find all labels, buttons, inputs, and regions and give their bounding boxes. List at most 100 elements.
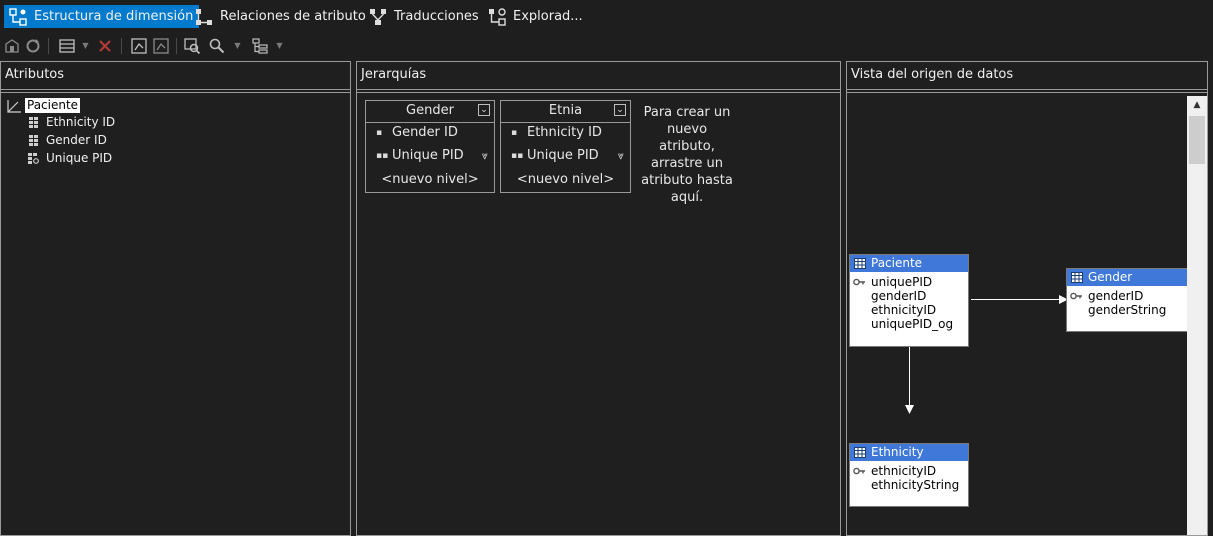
column-row[interactable]: uniquePID_og bbox=[850, 317, 968, 331]
translations-icon bbox=[370, 8, 386, 25]
browser-icon bbox=[489, 7, 506, 26]
show-table-dropdown[interactable]: ▼ bbox=[81, 37, 90, 55]
dsv-table-paciente[interactable]: Paciente uniquePID genderID ethnicityID … bbox=[849, 254, 969, 347]
key-attribute-icon bbox=[28, 152, 39, 164]
level-2-icon: ▪▪ bbox=[511, 151, 524, 161]
attributes-tree: Paciente Ethnicity ID Gender ID Unique P… bbox=[1, 92, 350, 535]
column-name: ethnicityID bbox=[871, 464, 937, 478]
toolbar-separator bbox=[48, 38, 49, 54]
zoom-icon[interactable] bbox=[183, 37, 201, 55]
column-row[interactable]: ethnicityString bbox=[850, 478, 968, 492]
relationship-line bbox=[909, 347, 910, 407]
level-label: Ethnicity ID bbox=[527, 125, 602, 140]
column-row[interactable]: genderString bbox=[1067, 303, 1190, 317]
dsv-vertical-scrollbar[interactable]: ▲ bbox=[1187, 96, 1207, 535]
column-row[interactable]: genderID bbox=[1067, 289, 1190, 303]
tree-root-dimension[interactable]: Paciente bbox=[7, 98, 81, 113]
relationship-line bbox=[971, 299, 1063, 300]
double-chevron-down-icon: ⩔ bbox=[617, 149, 624, 162]
column-row[interactable]: genderID bbox=[850, 289, 968, 303]
new-hierarchy-icon[interactable] bbox=[130, 37, 148, 55]
level-1-icon: ▪ bbox=[376, 128, 383, 138]
hierarchy-title[interactable]: Gender ⌄ bbox=[366, 101, 494, 123]
column-name: genderString bbox=[1088, 303, 1167, 317]
scroll-up-button[interactable]: ▲ bbox=[1187, 96, 1207, 114]
find-icon[interactable] bbox=[208, 37, 226, 55]
tab-label: Estructura de dimensión bbox=[34, 9, 194, 24]
new-level-placeholder[interactable]: <nuevo nivel> bbox=[366, 172, 494, 187]
tree-view-icon[interactable] bbox=[251, 37, 269, 55]
hierarchy-level[interactable]: ▪ Gender ID bbox=[366, 123, 494, 143]
designer-toolbar: ▼ ▼ ▼ bbox=[0, 34, 1213, 58]
scrollbar-thumb[interactable] bbox=[1189, 116, 1205, 164]
hierarchy-box[interactable]: Etnia ⌄ ▪ Ethnicity ID ▪▪ Unique PID ⩔ <… bbox=[500, 100, 631, 193]
tab-translations[interactable]: Traducciones bbox=[364, 5, 485, 28]
table-grid-icon bbox=[1071, 272, 1083, 283]
dsv-table-header[interactable]: Paciente bbox=[850, 255, 968, 272]
attribute-label: Gender ID bbox=[46, 133, 107, 147]
designer-tab-bar: Estructura de dimensión Relaciones de at… bbox=[0, 0, 1213, 32]
show-table-icon[interactable] bbox=[58, 37, 76, 55]
table-grid-icon bbox=[854, 447, 866, 458]
tab-browser[interactable]: Explorad... bbox=[483, 5, 589, 28]
dsv-canvas: Paciente uniquePID genderID ethnicityID … bbox=[847, 92, 1207, 535]
dsv-table-header[interactable]: Ethnicity bbox=[850, 444, 968, 461]
delete-icon[interactable] bbox=[96, 37, 114, 55]
dimension-structure-icon bbox=[9, 7, 27, 26]
column-name: genderID bbox=[1088, 289, 1144, 303]
attribute-icon bbox=[29, 116, 38, 128]
arrow-down-icon bbox=[905, 405, 914, 414]
hierarchies-pane-title: Jerarquías bbox=[357, 62, 840, 90]
column-name: uniquePID_og bbox=[871, 317, 954, 331]
hierarchy-level[interactable]: ▪▪ Unique PID ⩔ bbox=[501, 146, 630, 166]
tab-attribute-relationships[interactable]: Relaciones de atributo bbox=[190, 5, 372, 28]
attribute-relationships-icon bbox=[196, 8, 212, 25]
process-icon[interactable] bbox=[3, 37, 21, 55]
table-name: Ethnicity bbox=[871, 445, 924, 459]
attribute-item[interactable]: Ethnicity ID bbox=[27, 115, 115, 129]
dsv-table-ethnicity[interactable]: Ethnicity ethnicityID ethnicityString bbox=[849, 443, 969, 507]
hierarchy-name: Gender bbox=[406, 103, 454, 118]
dsv-pane-title: Vista del origen de datos bbox=[847, 62, 1207, 90]
column-name: ethnicityString bbox=[871, 478, 960, 492]
dimension-icon bbox=[7, 99, 21, 113]
dsv-table-gender[interactable]: Gender genderID genderString bbox=[1066, 268, 1191, 332]
hierarchy-box[interactable]: Gender ⌄ ▪ Gender ID ▪▪ Unique PID ⩔ <nu… bbox=[365, 100, 495, 193]
drop-hint-text: Para crear un nuevo atributo, arrastre u… bbox=[641, 105, 733, 205]
hierarchies-canvas: Gender ⌄ ▪ Gender ID ▪▪ Unique PID ⩔ <nu… bbox=[357, 92, 840, 535]
collapse-icon[interactable]: ⌄ bbox=[478, 104, 490, 116]
new-level-placeholder[interactable]: <nuevo nivel> bbox=[501, 172, 630, 187]
column-name: genderID bbox=[871, 289, 927, 303]
level-label: Unique PID bbox=[527, 148, 599, 163]
attributes-pane-title: Atributos bbox=[1, 62, 350, 90]
find-dropdown[interactable]: ▼ bbox=[233, 37, 242, 55]
show-attributes-icon[interactable] bbox=[152, 37, 170, 55]
tab-dimension-structure[interactable]: Estructura de dimensión bbox=[4, 5, 200, 28]
dsv-table-header[interactable]: Gender bbox=[1067, 269, 1190, 286]
column-name: uniquePID bbox=[871, 275, 933, 289]
column-row[interactable]: ethnicityID bbox=[850, 303, 968, 317]
hierarchy-level[interactable]: ▪ Ethnicity ID bbox=[501, 123, 630, 143]
attribute-label: Unique PID bbox=[46, 151, 113, 165]
attribute-label: Ethnicity ID bbox=[46, 115, 116, 129]
attribute-item[interactable]: Unique PID bbox=[27, 151, 112, 165]
level-label: Gender ID bbox=[392, 125, 458, 140]
attribute-icon bbox=[29, 134, 38, 146]
hierarchy-level[interactable]: ▪▪ Unique PID ⩔ bbox=[366, 146, 494, 166]
table-grid-icon bbox=[854, 258, 866, 269]
key-icon bbox=[853, 467, 865, 475]
data-source-view-pane: Vista del origen de datos Paciente uniqu… bbox=[846, 61, 1208, 536]
toolbar-separator bbox=[121, 38, 122, 54]
hierarchy-title[interactable]: Etnia ⌄ bbox=[501, 101, 630, 123]
tab-label: Traducciones bbox=[394, 9, 479, 24]
attribute-item[interactable]: Gender ID bbox=[27, 133, 107, 147]
table-name: Gender bbox=[1088, 270, 1133, 284]
level-1-icon: ▪ bbox=[511, 128, 518, 138]
refresh-icon[interactable] bbox=[24, 37, 42, 55]
column-row[interactable]: uniquePID bbox=[850, 275, 968, 289]
tree-view-dropdown[interactable]: ▼ bbox=[275, 37, 284, 55]
tree-root-label: Paciente bbox=[25, 98, 81, 113]
collapse-icon[interactable]: ⌄ bbox=[614, 104, 626, 116]
level-2-icon: ▪▪ bbox=[376, 151, 389, 161]
column-row[interactable]: ethnicityID bbox=[850, 464, 968, 478]
